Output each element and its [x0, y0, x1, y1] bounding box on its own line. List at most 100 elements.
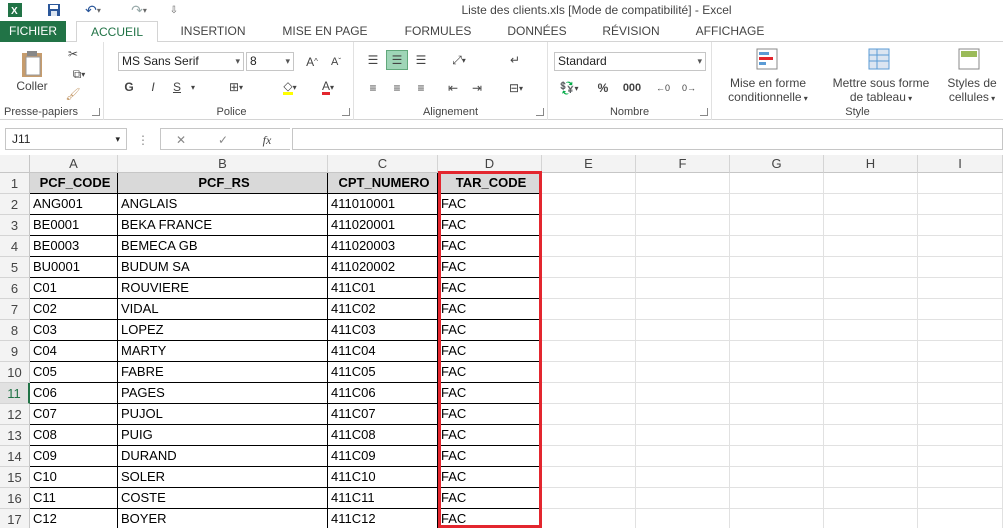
empty-cell[interactable] — [918, 425, 1003, 446]
table-cell[interactable]: SOLER — [118, 467, 328, 488]
font-color-icon[interactable]: A ▾ — [312, 78, 344, 96]
table-cell[interactable]: C06 — [30, 383, 118, 404]
empty-cell[interactable] — [542, 404, 636, 425]
underline-dropdown-icon[interactable]: ▾ — [188, 78, 198, 96]
empty-cell[interactable] — [542, 467, 636, 488]
row-header-14[interactable]: 14 — [0, 446, 30, 467]
empty-cell[interactable] — [636, 467, 730, 488]
alignment-launcher-icon[interactable] — [536, 108, 544, 116]
empty-cell[interactable] — [636, 488, 730, 509]
table-cell[interactable]: MARTY — [118, 341, 328, 362]
align-left-icon[interactable]: ≡ — [362, 78, 384, 98]
empty-cell[interactable] — [918, 236, 1003, 257]
empty-cell[interactable] — [824, 320, 918, 341]
enter-icon[interactable]: ✓ — [213, 131, 233, 149]
empty-cell[interactable] — [824, 173, 918, 194]
column-header-e[interactable]: E — [542, 155, 636, 173]
empty-cell[interactable] — [730, 278, 824, 299]
table-cell[interactable]: BU0001 — [30, 257, 118, 278]
table-cell[interactable]: C09 — [30, 446, 118, 467]
table-cell[interactable]: 411C03 — [328, 320, 438, 341]
row-header-1[interactable]: 1 — [0, 173, 30, 194]
empty-cell[interactable] — [824, 509, 918, 528]
empty-cell[interactable] — [636, 509, 730, 528]
table-cell[interactable]: BOYER — [118, 509, 328, 528]
table-cell[interactable]: PUJOL — [118, 404, 328, 425]
font-launcher-icon[interactable] — [342, 108, 350, 116]
italic-button[interactable]: I — [144, 78, 162, 96]
table-cell[interactable]: C08 — [30, 425, 118, 446]
table-cell[interactable]: BEMECA GB — [118, 236, 328, 257]
empty-cell[interactable] — [824, 194, 918, 215]
empty-cell[interactable] — [636, 383, 730, 404]
format-painter-icon[interactable]: 🖌 — [64, 86, 82, 102]
column-header-c[interactable]: C — [328, 155, 438, 173]
table-cell[interactable]: FAC — [438, 362, 542, 383]
table-cell[interactable]: DURAND — [118, 446, 328, 467]
thousands-separator-button[interactable]: 000 — [618, 78, 646, 98]
table-cell[interactable]: FAC — [438, 194, 542, 215]
empty-cell[interactable] — [730, 467, 824, 488]
empty-cell[interactable] — [542, 341, 636, 362]
accounting-format-icon[interactable]: 💱 ▾ — [554, 78, 584, 98]
empty-cell[interactable] — [542, 488, 636, 509]
empty-cell[interactable] — [824, 425, 918, 446]
table-cell[interactable]: C01 — [30, 278, 118, 299]
align-bottom-icon[interactable]: ☰ — [410, 50, 432, 70]
percent-button[interactable]: % — [592, 78, 614, 98]
row-header-6[interactable]: 6 — [0, 278, 30, 299]
column-header-g[interactable]: G — [730, 155, 824, 173]
row-header-12[interactable]: 12 — [0, 404, 30, 425]
table-cell[interactable]: 411C11 — [328, 488, 438, 509]
empty-cell[interactable] — [636, 194, 730, 215]
number-format-select[interactable]: Standard ▾ — [554, 52, 706, 71]
table-cell[interactable]: 411C12 — [328, 509, 438, 528]
clipboard-launcher-icon[interactable] — [92, 108, 100, 116]
table-cell[interactable]: 411C07 — [328, 404, 438, 425]
empty-cell[interactable] — [730, 236, 824, 257]
empty-cell[interactable] — [824, 299, 918, 320]
row-header-11[interactable]: 11 — [0, 383, 30, 404]
table-cell[interactable]: C11 — [30, 488, 118, 509]
empty-cell[interactable] — [824, 467, 918, 488]
empty-cell[interactable] — [918, 215, 1003, 236]
table-cell[interactable]: VIDAL — [118, 299, 328, 320]
table-cell[interactable]: FAC — [438, 467, 542, 488]
table-cell[interactable]: COSTE — [118, 488, 328, 509]
empty-cell[interactable] — [636, 236, 730, 257]
row-header-7[interactable]: 7 — [0, 299, 30, 320]
tab-insertion[interactable]: INSERTION — [168, 21, 258, 42]
table-cell[interactable]: FAC — [438, 341, 542, 362]
decrease-indent-icon[interactable]: ⇤ — [442, 78, 464, 98]
increase-font-icon[interactable]: A ^ — [302, 52, 322, 71]
underline-button[interactable]: S — [168, 78, 186, 96]
table-cell[interactable]: FAC — [438, 383, 542, 404]
table-cell[interactable]: 411C02 — [328, 299, 438, 320]
select-all-corner[interactable] — [0, 155, 30, 173]
empty-cell[interactable] — [824, 446, 918, 467]
empty-cell[interactable] — [918, 299, 1003, 320]
table-cell[interactable]: 411C05 — [328, 362, 438, 383]
empty-cell[interactable] — [542, 362, 636, 383]
merge-center-icon[interactable]: ⊟ ▾ — [500, 78, 532, 98]
column-header-b[interactable]: B — [118, 155, 328, 173]
decrease-font-icon[interactable]: Aˇ — [326, 52, 346, 71]
align-center-icon[interactable]: ≡ — [386, 78, 408, 98]
table-cell[interactable]: LOPEZ — [118, 320, 328, 341]
empty-cell[interactable] — [636, 299, 730, 320]
empty-cell[interactable] — [918, 341, 1003, 362]
orientation-icon[interactable]: ⤢ ▾ — [444, 50, 474, 70]
empty-cell[interactable] — [918, 383, 1003, 404]
empty-cell[interactable] — [636, 257, 730, 278]
table-cell[interactable]: 411C06 — [328, 383, 438, 404]
empty-cell[interactable] — [824, 278, 918, 299]
column-title-cell[interactable]: PCF_RS — [118, 173, 328, 194]
table-cell[interactable]: FAC — [438, 236, 542, 257]
empty-cell[interactable] — [824, 404, 918, 425]
number-launcher-icon[interactable] — [700, 108, 708, 116]
column-header-a[interactable]: A — [30, 155, 118, 173]
bold-button[interactable]: G — [120, 78, 138, 96]
empty-cell[interactable] — [824, 257, 918, 278]
row-header-2[interactable]: 2 — [0, 194, 30, 215]
empty-cell[interactable] — [918, 362, 1003, 383]
